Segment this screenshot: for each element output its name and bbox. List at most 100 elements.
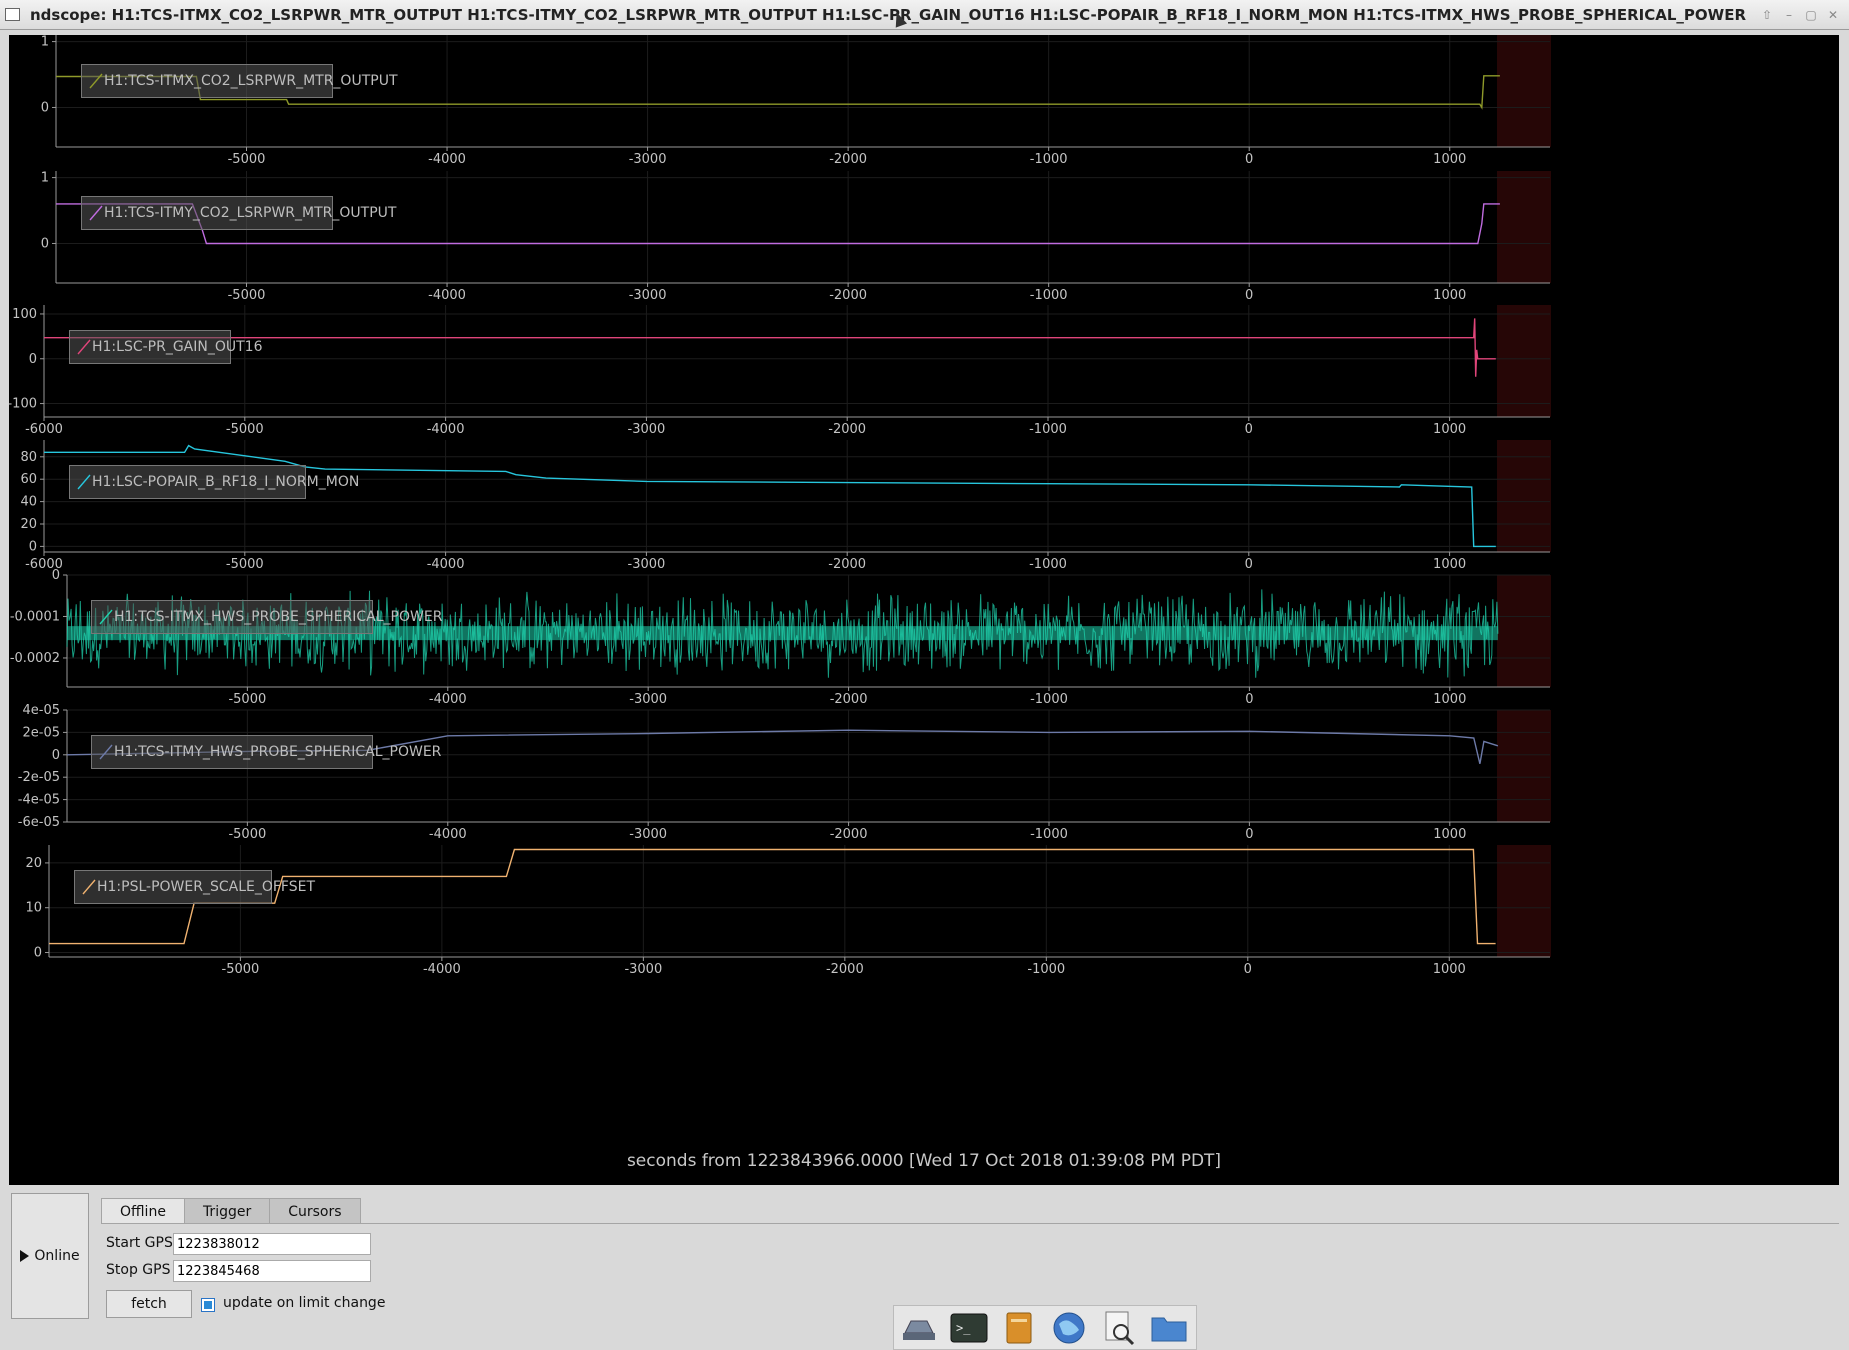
y-tick-label: 0 [52, 748, 60, 763]
x-tick-label: -2000 [830, 692, 868, 707]
no-data-region [1497, 845, 1551, 957]
tab-offline[interactable]: Offline [101, 1198, 185, 1224]
svg-text:>_: >_ [956, 1321, 971, 1335]
legend-6[interactable]: H1:TCS-ITMY_HWS_PROBE_SPHERICAL_POWER [91, 735, 441, 769]
y-tick-label: 80 [20, 450, 37, 465]
plot-panel-7[interactable]: -5000 -4000 -3000 -2000 -1000 0 1000 20 10 0 [25, 845, 1551, 977]
y-tick-label: 0 [41, 236, 49, 251]
stop-gps-label: Stop GPS [106, 1262, 171, 1278]
y-tick-label: 2e-05 [22, 725, 60, 740]
notes-icon[interactable] [998, 1309, 1040, 1347]
y-tick-label: 1 [41, 35, 49, 50]
shade-button[interactable]: ⇧ [1759, 7, 1775, 23]
legend-label: H1:TCS-ITMX_CO2_LSRPWR_MTR_OUTPUT [104, 73, 398, 89]
tab-cursors[interactable]: Cursors [269, 1198, 361, 1224]
x-tick-label: -4000 [428, 288, 466, 303]
x-tick-label: 1000 [1433, 557, 1466, 572]
terminal-icon[interactable]: >_ [948, 1309, 990, 1347]
x-tick-label: -4000 [428, 152, 466, 167]
x-axis-caption: seconds from 1223843966.0000 [Wed 17 Oct… [626, 1151, 1222, 1171]
x-tick-label: -3000 [624, 962, 662, 977]
search-doc-icon[interactable] [1098, 1309, 1140, 1347]
x-tick-label: 1000 [1433, 827, 1466, 842]
x-tick-label: 0 [1245, 692, 1253, 707]
folder-icon[interactable] [1148, 1309, 1190, 1347]
x-tick-label: -6000 [25, 422, 63, 437]
title-bar: ndscope: H1:TCS-ITMX_CO2_LSRPWR_MTR_OUTP… [0, 0, 1849, 30]
x-tick-label: -5000 [226, 422, 264, 437]
tab-divider [101, 1223, 1839, 1224]
plot-panel-1[interactable]: -5000 -4000 -3000 -2000 -1000 0 1000 1 0 [41, 35, 1551, 167]
y-tick-label: -2e-05 [18, 770, 60, 785]
x-tick-label: -1000 [1030, 692, 1068, 707]
plot-panel-6[interactable]: -5000 -4000 -3000 -2000 -1000 0 1000 4e-05 2e-05… [18, 703, 1551, 842]
legend-swatch-icon [77, 474, 91, 490]
y-tick-label: 20 [25, 856, 42, 871]
y-tick-label: 20 [20, 517, 37, 532]
x-tick-label: 1000 [1433, 288, 1466, 303]
legend-swatch-icon [99, 744, 113, 760]
online-button[interactable]: Online [11, 1193, 89, 1319]
minimize-button[interactable]: – [1781, 7, 1797, 23]
x-tick-label: -1000 [1030, 152, 1068, 167]
y-tick-label: -0.0001 [10, 609, 60, 624]
x-tick-label: -2000 [829, 288, 867, 303]
legend-swatch-icon [82, 879, 96, 895]
x-tick-label: -5000 [228, 288, 266, 303]
x-tick-label: 1000 [1433, 422, 1466, 437]
legend-7[interactable]: H1:PSL-POWER_SCALE_OFFSET [74, 870, 315, 904]
update-on-limit-checkbox[interactable] [201, 1298, 215, 1312]
no-data-region [1497, 575, 1551, 687]
y-tick-label: 40 [20, 495, 37, 510]
drive-icon[interactable] [898, 1309, 940, 1347]
legend-5[interactable]: H1:TCS-ITMX_HWS_PROBE_SPHERICAL_POWER [91, 600, 442, 634]
legend-3[interactable]: H1:LSC-PR_GAIN_OUT16 [69, 330, 263, 364]
x-tick-label: 0 [1245, 557, 1253, 572]
legend-1[interactable]: H1:TCS-ITMX_CO2_LSRPWR_MTR_OUTPUT [81, 64, 398, 98]
y-tick-label: 0 [34, 946, 42, 961]
app-icon [5, 8, 20, 21]
close-button[interactable]: ✕ [1825, 7, 1841, 23]
legend-label: H1:PSL-POWER_SCALE_OFFSET [97, 879, 316, 895]
x-tick-label: -2000 [828, 422, 866, 437]
fetch-button[interactable]: fetch [106, 1290, 192, 1318]
x-tick-label: -5000 [228, 692, 266, 707]
start-gps-label: Start GPS [106, 1235, 173, 1251]
legend-2[interactable]: H1:TCS-ITMY_CO2_LSRPWR_MTR_OUTPUT [81, 196, 396, 230]
stop-gps-input[interactable] [173, 1260, 371, 1282]
x-tick-label: 1000 [1433, 692, 1466, 707]
x-tick-label: -3000 [628, 422, 666, 437]
legend-label: H1:LSC-PR_GAIN_OUT16 [92, 339, 263, 355]
y-tick-label: -6e-05 [18, 815, 60, 830]
start-gps-input[interactable] [173, 1233, 371, 1255]
play-icon [20, 1250, 30, 1262]
x-tick-label: 1000 [1433, 152, 1466, 167]
x-tick-label: -3000 [629, 827, 667, 842]
x-tick-label: -4000 [429, 827, 467, 842]
browser-icon[interactable] [1048, 1309, 1090, 1347]
no-data-region [1497, 171, 1551, 283]
tab-trigger[interactable]: Trigger [183, 1198, 271, 1224]
legend-4[interactable]: H1:LSC-POPAIR_B_RF18_I_NORM_MON [69, 465, 359, 499]
plot-panel-2[interactable]: -5000 -4000 -3000 -2000 -1000 0 1000 1 0 [41, 171, 1551, 303]
legend-swatch-icon [99, 609, 113, 625]
plot-panel-5[interactable]: -5000 -4000 -3000 -2000 -1000 0 1000 0 -0.0001 -0… [10, 568, 1551, 707]
y-tick-label: 0 [52, 568, 60, 583]
x-tick-label: -1000 [1030, 288, 1068, 303]
x-tick-label: -4000 [429, 692, 467, 707]
plot-panel-4[interactable]: -6000 -5000 -4000 -3000 -2000 -1000 0 100080604… [20, 440, 1551, 572]
x-tick-label: -4000 [427, 557, 465, 572]
plot-panel-3[interactable]: -6000 -5000 -4000 -3000 -2000 -1000 0 10001000-… [9, 305, 1551, 437]
tab-bar: Offline Trigger Cursors [101, 1198, 361, 1224]
y-tick-label: -0.0002 [10, 651, 60, 666]
y-tick-label: -4e-05 [18, 793, 60, 808]
x-tick-label: -1000 [1029, 557, 1067, 572]
y-tick-label: 4e-05 [22, 703, 60, 718]
update-on-limit-label: update on limit change [223, 1295, 386, 1311]
plot-area[interactable]: -5000 -4000 -3000 -2000 -1000 0 1000 1 0 -5000 -40… [9, 35, 1839, 1185]
x-tick-label: -5000 [228, 152, 266, 167]
maximize-button[interactable]: ▢ [1803, 7, 1819, 23]
y-tick-label: 0 [29, 352, 37, 367]
x-tick-label: -1000 [1030, 827, 1068, 842]
x-tick-label: -3000 [629, 152, 667, 167]
